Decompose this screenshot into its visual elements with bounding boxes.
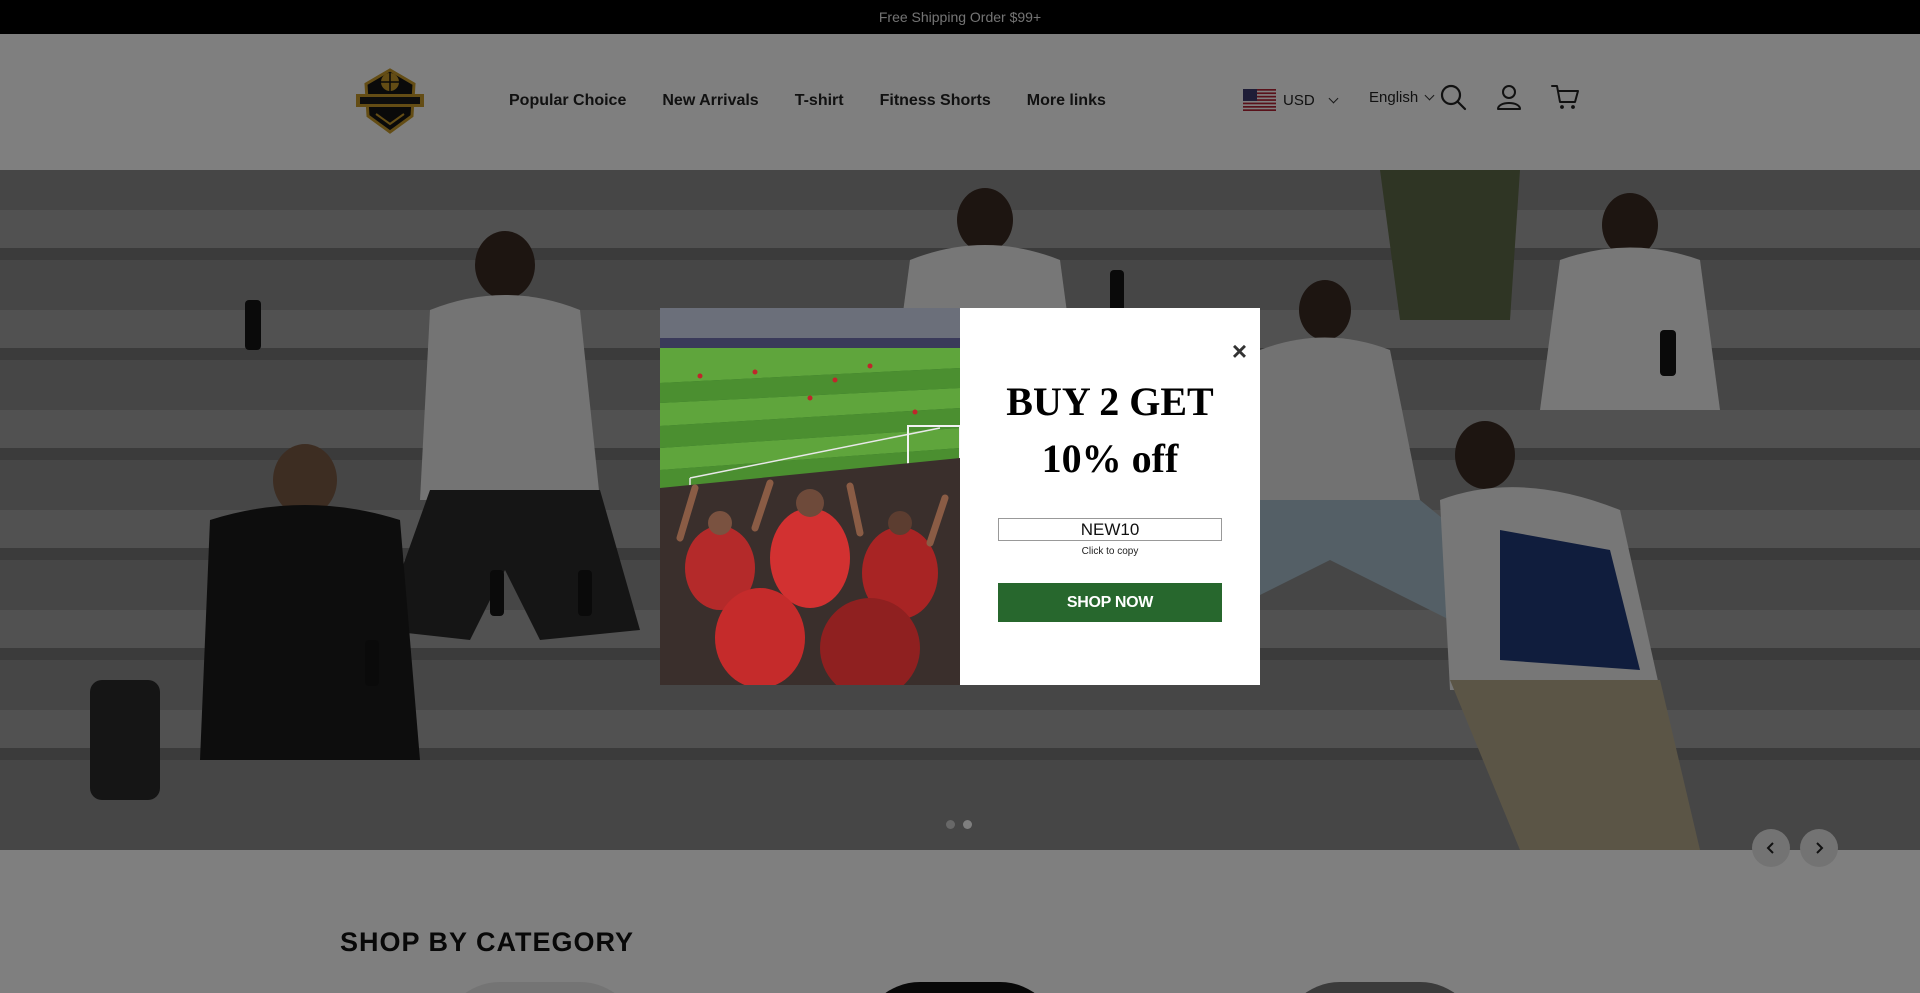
promo-image <box>660 308 960 685</box>
promo-headline: BUY 2 GET 10% off <box>960 373 1260 487</box>
promo-headline-line-2: 10% off <box>1041 436 1179 481</box>
close-icon[interactable]: × <box>1232 338 1247 364</box>
promo-content: × BUY 2 GET 10% off NEW10 Click to copy … <box>960 308 1260 685</box>
copy-hint-text: Click to copy <box>1081 546 1139 557</box>
discount-code-field[interactable]: NEW10 <box>998 518 1222 541</box>
shop-now-button[interactable]: SHOP NOW <box>998 583 1222 622</box>
promo-popup: × BUY 2 GET 10% off NEW10 Click to copy … <box>660 308 1260 685</box>
promo-headline-line-1: BUY 2 GET <box>1006 379 1214 424</box>
stadium-image <box>660 308 960 685</box>
